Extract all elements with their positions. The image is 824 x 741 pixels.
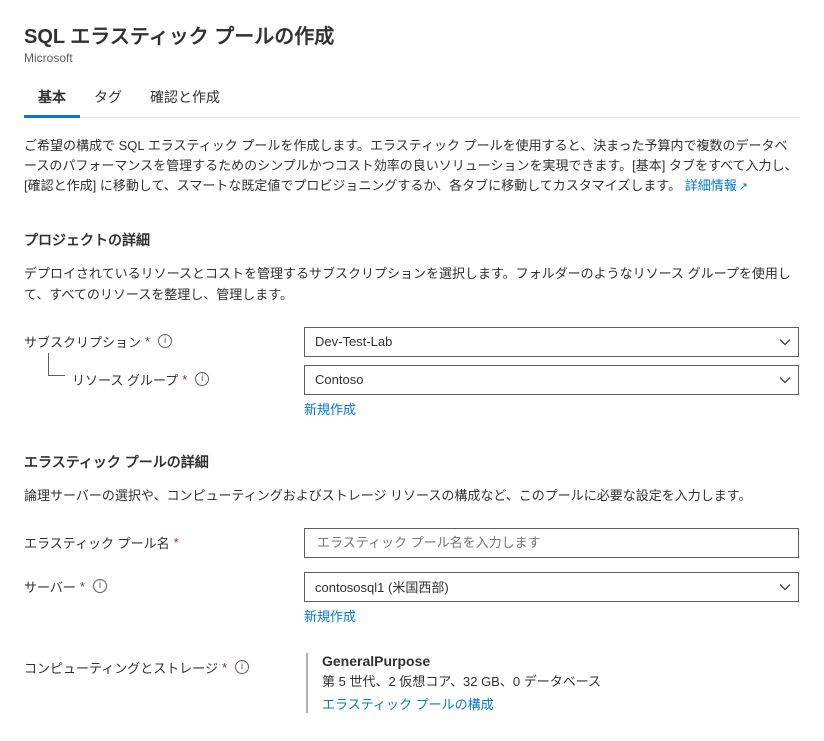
intro-body: ご希望の構成で SQL エラスティック プールを作成します。エラスティック プー… bbox=[24, 138, 798, 193]
server-select[interactable]: contososql1 (米国西部) bbox=[304, 572, 799, 602]
subscription-value: Dev-Test-Lab bbox=[315, 334, 392, 349]
server-label: サーバー* i bbox=[24, 572, 304, 596]
section-pool-sub: 論理サーバーの選択や、コンピューティングおよびストレージ リソースの構成など、こ… bbox=[24, 486, 800, 506]
compute-tier: GeneralPurpose bbox=[322, 653, 799, 669]
page-title: SQL エラスティック プールの作成 bbox=[24, 20, 800, 49]
compute-detail: 第 5 世代、2 仮想コア、32 GB、0 データベース bbox=[322, 671, 799, 690]
pool-name-input-wrap bbox=[304, 528, 799, 558]
subscription-select[interactable]: Dev-Test-Lab bbox=[304, 327, 799, 357]
info-icon[interactable]: i bbox=[195, 372, 209, 386]
tab-review[interactable]: 確認と作成 bbox=[136, 79, 234, 117]
external-link-icon: ↗ bbox=[739, 181, 748, 193]
tab-bar: 基本 タグ 確認と作成 bbox=[24, 79, 800, 118]
compute-label: コンピューティングとストレージ* i bbox=[24, 653, 304, 677]
server-value: contososql1 (米国西部) bbox=[315, 577, 449, 596]
section-project-title: プロジェクトの詳細 bbox=[24, 230, 800, 250]
intro-text: ご希望の構成で SQL エラスティック プールを作成します。エラスティック プー… bbox=[24, 136, 800, 196]
info-icon[interactable]: i bbox=[158, 334, 172, 348]
tab-tags[interactable]: タグ bbox=[80, 79, 136, 117]
subscription-label: サブスクリプション* i bbox=[24, 327, 304, 351]
publisher-label: Microsoft bbox=[24, 51, 800, 65]
create-new-rg-link[interactable]: 新規作成 bbox=[304, 402, 356, 417]
pool-name-label: エラスティック プール名* bbox=[24, 528, 304, 552]
compute-summary: GeneralPurpose 第 5 世代、2 仮想コア、32 GB、0 データ… bbox=[306, 653, 799, 713]
create-new-server-link[interactable]: 新規作成 bbox=[304, 609, 356, 624]
section-pool-title: エラスティック プールの詳細 bbox=[24, 452, 800, 472]
resource-group-label: リソース グループ* i bbox=[24, 365, 304, 389]
resource-group-select[interactable]: Contoso bbox=[304, 365, 799, 395]
resource-group-value: Contoso bbox=[315, 372, 363, 387]
info-icon[interactable]: i bbox=[93, 579, 107, 593]
info-icon[interactable]: i bbox=[235, 660, 249, 674]
learn-more-link[interactable]: 詳細情報 bbox=[685, 178, 737, 193]
pool-name-input[interactable] bbox=[315, 534, 788, 551]
configure-pool-link[interactable]: エラスティック プールの構成 bbox=[322, 697, 494, 712]
tab-basic[interactable]: 基本 bbox=[24, 79, 80, 118]
section-project-sub: デプロイされているリソースとコストを管理するサブスクリプションを選択します。フォ… bbox=[24, 264, 800, 304]
